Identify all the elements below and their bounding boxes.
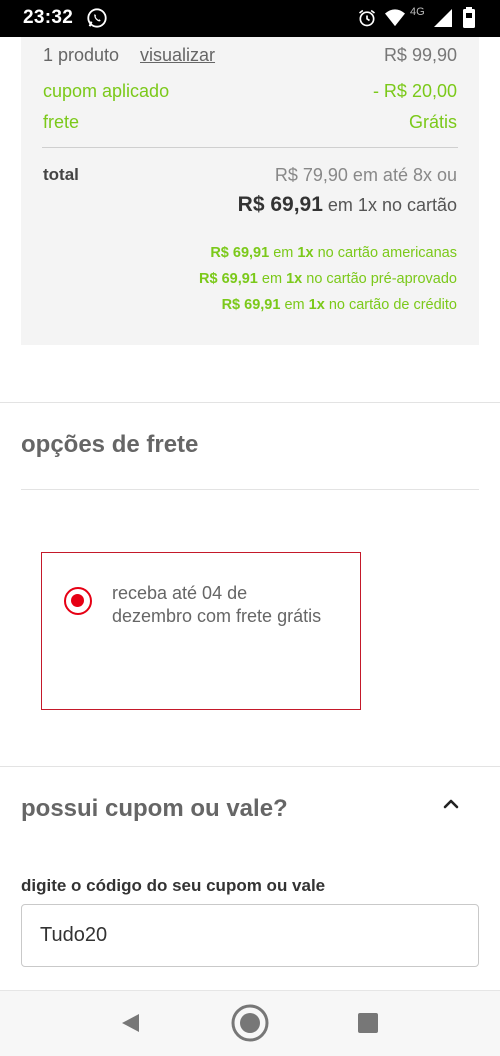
product-count-label: 1 produto <box>43 45 120 65</box>
card-offer-americanas: R$ 69,91 em 1x no cartão americanas <box>210 245 457 261</box>
summary-divider <box>42 147 458 148</box>
order-summary: 1 produto visualizar R$ 99,90 cupom apli… <box>21 37 479 345</box>
status-bar: 23:32 4G <box>0 0 500 37</box>
product-price: R$ 99,90 <box>383 45 457 65</box>
section-divider <box>21 489 479 490</box>
shipping-label: frete <box>43 112 80 132</box>
offer-suffix: no cartão de crédito <box>328 297 457 313</box>
offer-price: R$ 69,91 <box>210 245 270 261</box>
shipping-value: Grátis <box>408 112 457 132</box>
offer-price: R$ 69,91 <box>199 271 258 287</box>
section-divider <box>0 766 500 767</box>
android-nav-bar <box>0 990 500 1056</box>
coupon-code-input[interactable] <box>21 904 479 967</box>
back-icon[interactable] <box>119 1012 141 1034</box>
section-divider <box>0 402 500 403</box>
card-offer-credit: R$ 69,91 em 1x no cartão de crédito <box>222 297 457 313</box>
offer-price: R$ 69,91 <box>221 297 281 313</box>
offer-mid: em <box>284 297 305 313</box>
total-label: total <box>43 165 79 184</box>
offer-times: 1x <box>286 271 303 287</box>
offer-suffix: no cartão americanas <box>317 245 457 261</box>
offer-mid: em <box>261 271 283 287</box>
total-installments: R$ 79,90 em até 8x ou <box>274 165 457 185</box>
radio-selected-dot <box>71 594 84 607</box>
home-icon[interactable] <box>230 1003 270 1043</box>
alarm-icon <box>359 9 375 27</box>
chevron-up-icon[interactable] <box>441 796 461 810</box>
signal-icon <box>434 9 452 27</box>
wifi-icon <box>385 9 405 27</box>
total-price-line: R$ 69,91 em 1x no cartão <box>238 193 457 217</box>
shipping-option-text: receba até 04 de dezembro com frete grát… <box>112 583 322 626</box>
total-price: R$ 69,91 <box>237 193 323 216</box>
recent-apps-icon[interactable] <box>358 1013 378 1033</box>
coupon-section-title[interactable]: possui cupom ou vale? <box>21 795 288 823</box>
shipping-options-title: opções de frete <box>21 431 199 458</box>
coupon-discount-value: - R$ 20,00 <box>372 81 457 101</box>
offer-mid: em <box>273 245 294 261</box>
coupon-applied-label: cupom aplicado <box>43 81 170 101</box>
shipping-option-free[interactable]: receba até 04 de dezembro com frete grát… <box>41 552 361 710</box>
view-products-link[interactable]: visualizar <box>140 45 215 66</box>
coupon-input-label: digite o código do seu cupom ou vale <box>21 876 326 895</box>
offer-suffix: no cartão pré-aprovado <box>306 271 457 287</box>
battery-icon <box>463 7 475 28</box>
total-price-suffix: em 1x no cartão <box>327 195 457 215</box>
card-offer-pre-approved: R$ 69,91 em 1x no cartão pré-aprovado <box>199 271 457 287</box>
shipping-option-radio[interactable] <box>64 587 92 615</box>
offer-times: 1x <box>308 297 325 313</box>
status-time: 23:32 <box>23 7 74 28</box>
whatsapp-icon <box>87 8 107 28</box>
network-type: 4G <box>410 6 425 18</box>
offer-times: 1x <box>297 245 314 261</box>
